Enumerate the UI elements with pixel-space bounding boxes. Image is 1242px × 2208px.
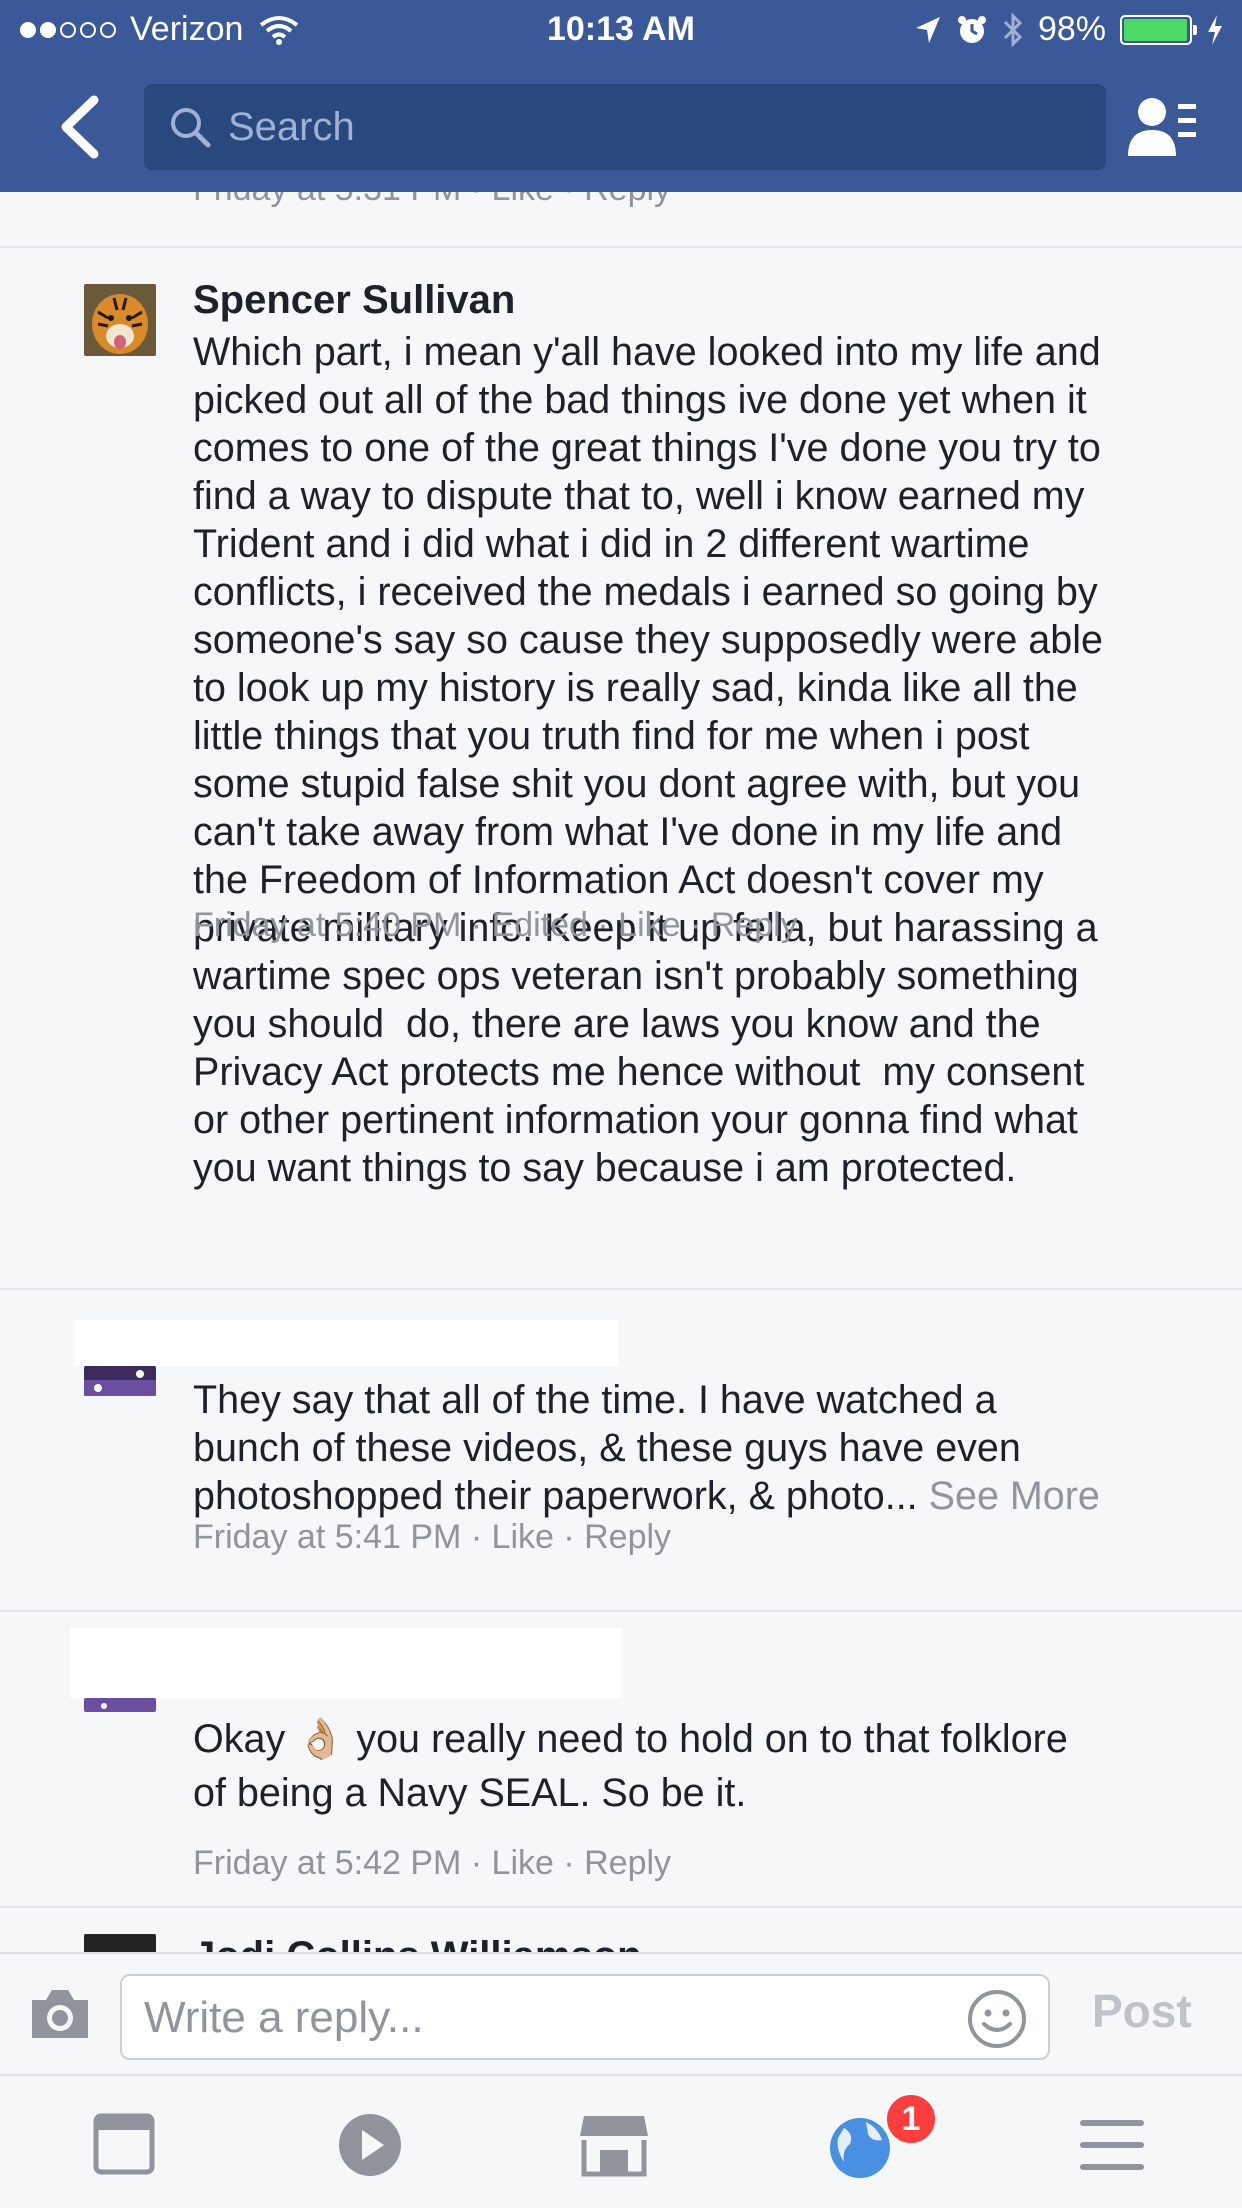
reply-composer: Post	[0, 1952, 1242, 2076]
comment-author-name[interactable]: Jodi Collins Williamson	[193, 1934, 642, 1952]
comments-feed[interactable]: Friday at 5:31 PM · Like · Reply Spencer…	[0, 192, 1242, 1952]
comment-text: Which part, i mean y'all have looked int…	[193, 330, 1103, 1190]
friends-icon[interactable]	[1126, 94, 1198, 160]
top-bar: Verizon 10:13 AM 98%	[0, 0, 1242, 192]
alarm-icon	[957, 15, 986, 43]
bluetooth-icon	[1003, 12, 1023, 47]
comment-text: Okay 👌🏼 you really need to hold on to th…	[193, 1717, 1068, 1815]
post-button[interactable]: Post	[1092, 1984, 1192, 2038]
comment-meta[interactable]: Friday at 5:40 PM · Edited · Like · Repl…	[193, 906, 798, 945]
divider	[0, 246, 1242, 248]
comment-body: They say that all of the time. I have wa…	[193, 1378, 1021, 1518]
tab-bar: 1	[0, 2076, 1242, 2208]
divider	[0, 1906, 1242, 1908]
search-input[interactable]	[228, 104, 928, 150]
status-bar: Verizon 10:13 AM 98%	[0, 0, 1242, 60]
video-icon[interactable]	[330, 2110, 410, 2180]
reply-input[interactable]	[144, 1990, 944, 2046]
news-feed-icon[interactable]	[84, 2110, 164, 2180]
marketplace-icon[interactable]	[574, 2110, 654, 2180]
avatar[interactable]	[84, 1698, 156, 1712]
avatar[interactable]	[84, 1366, 156, 1396]
comment-meta[interactable]: Friday at 5:41 PM · Like · Reply	[193, 1518, 671, 1557]
charging-bolt-icon	[1208, 14, 1222, 45]
comment-meta[interactable]: Friday at 5:42 PM · Like · Reply	[193, 1844, 671, 1883]
divider	[0, 1288, 1242, 1290]
redacted-name-block	[70, 1628, 622, 1698]
back-icon[interactable]	[52, 92, 112, 162]
divider	[0, 1610, 1242, 1612]
avatar[interactable]	[84, 284, 156, 356]
search-icon	[171, 108, 211, 148]
comment-text: They say that all of the time. I have wa…	[193, 1376, 1213, 1520]
camera-icon[interactable]	[28, 1986, 92, 2042]
notification-badge: 1	[884, 2092, 938, 2146]
smiley-icon[interactable]	[966, 1988, 1028, 2050]
reply-box[interactable]	[120, 1974, 1050, 2060]
previous-comment-meta: Friday at 5:31 PM · Like · Reply	[193, 192, 671, 209]
search-bar[interactable]	[144, 84, 1106, 170]
see-more-link[interactable]: See More	[929, 1474, 1100, 1518]
avatar-image	[84, 1366, 156, 1396]
redacted-name-block	[74, 1320, 618, 1366]
battery-icon	[1120, 14, 1197, 45]
nav-row	[0, 84, 1242, 170]
location-arrow-icon	[915, 16, 940, 43]
avatar[interactable]	[84, 1934, 156, 1952]
comment-author-name[interactable]: Spencer Sullivan	[193, 278, 515, 323]
menu-icon[interactable]	[1072, 2110, 1152, 2180]
battery-percent: 98%	[1037, 10, 1106, 48]
status-right-group: 98%	[914, 10, 1224, 49]
avatar-image	[84, 1698, 156, 1712]
tiger-avatar-image	[84, 284, 156, 356]
